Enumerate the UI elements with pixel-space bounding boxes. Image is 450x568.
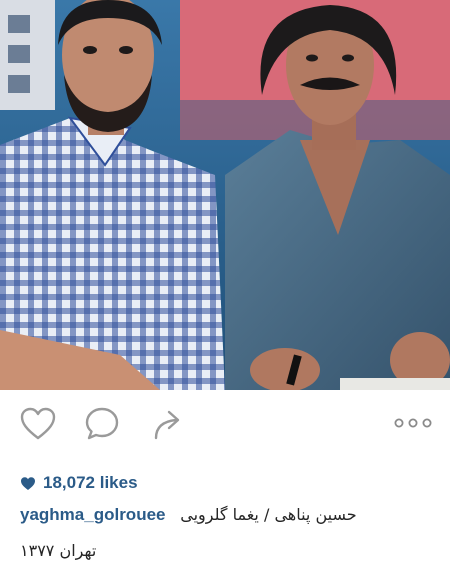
share-button[interactable] <box>146 404 186 444</box>
like-button[interactable] <box>18 404 58 444</box>
heart-filled-icon <box>21 476 35 490</box>
speech-bubble-icon <box>85 407 119 440</box>
caption-text: حسین پناهی / یغما گلرویی <box>180 505 357 524</box>
caption-username[interactable]: yaghma_golrouee <box>20 505 166 524</box>
post-caption: yaghma_golrouee حسین پناهی / یغما گلرویی <box>20 505 440 525</box>
post-action-bar <box>0 398 450 448</box>
instagram-post: 18,072 likes yaghma_golrouee حسین پناهی … <box>0 0 450 568</box>
likes-count: 18,072 likes <box>43 473 138 492</box>
post-photo-image <box>0 0 450 390</box>
more-options-button[interactable] <box>394 414 432 432</box>
comment-button[interactable] <box>82 404 122 444</box>
caption-text-line2: تهران ۱۳۷۷ <box>20 541 97 560</box>
share-arrow-icon <box>154 410 180 440</box>
three-dots-icon <box>394 418 432 428</box>
likes-row[interactable]: 18,072 likes <box>20 472 138 494</box>
heart-outline-icon <box>20 407 56 440</box>
post-photo[interactable] <box>0 0 450 390</box>
